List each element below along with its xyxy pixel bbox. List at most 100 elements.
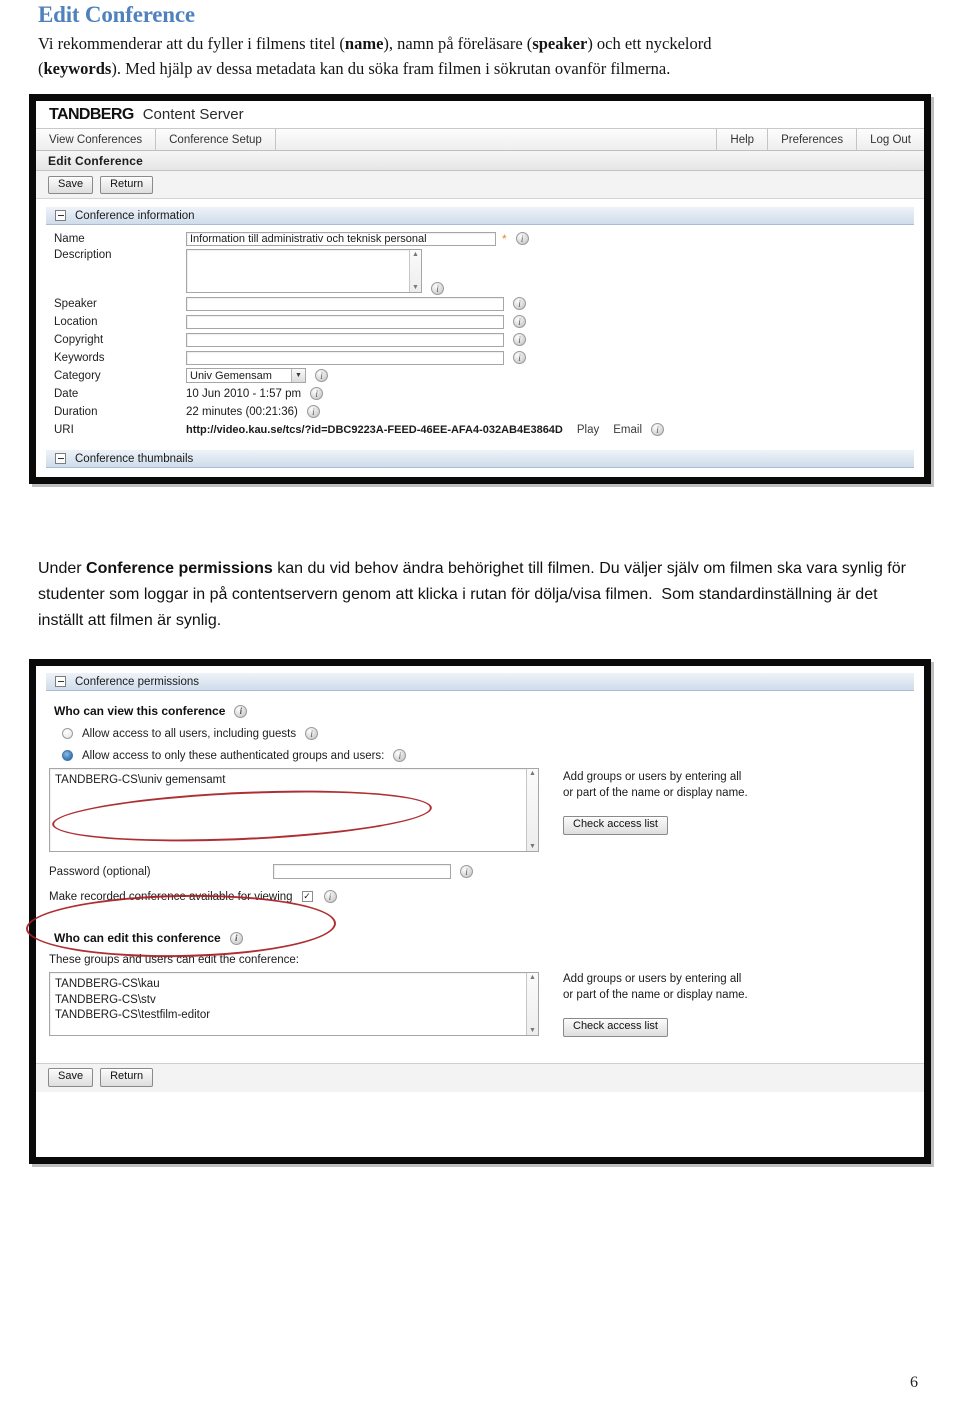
- collapse-minus-icon-thumbs[interactable]: [55, 453, 66, 465]
- list-view-groups[interactable]: TANDBERG-CS\univ gemensamt ▲ ▼: [49, 768, 539, 853]
- info-icon-password[interactable]: i: [460, 865, 473, 879]
- input-name[interactable]: Information till administrativ och tekni…: [186, 231, 496, 246]
- scroll-down-icon-edit[interactable]: ▼: [527, 1026, 538, 1035]
- view-groups-scrollbar[interactable]: ▲ ▼: [526, 769, 538, 852]
- value-uri[interactable]: http://video.kau.se/tcs/?id=DBC9223A-FEE…: [186, 424, 563, 436]
- input-location[interactable]: [186, 314, 504, 329]
- value-date: 10 Jun 2010 - 1:57 pm: [186, 387, 302, 400]
- label-location: Location: [54, 315, 98, 328]
- field-row-date: Date 10 Jun 2010 - 1:57 pm i: [36, 386, 924, 401]
- info-icon-all-users[interactable]: i: [305, 727, 319, 741]
- select-category-value: Univ Gemensam: [190, 369, 272, 382]
- list-item[interactable]: TANDBERG-CS\univ gemensamt: [55, 773, 538, 789]
- info-icon-duration[interactable]: i: [306, 405, 320, 419]
- add-note-line-1: Add groups or users by entering all: [563, 771, 742, 784]
- label-description: Description: [54, 249, 112, 262]
- toolbar-top: Save Return: [36, 171, 924, 200]
- description-scrollbar[interactable]: ▲ ▼: [409, 250, 421, 293]
- info-icon-category[interactable]: i: [315, 369, 328, 383]
- input-speaker[interactable]: [186, 296, 504, 311]
- field-row-copyright: Copyright i: [36, 332, 924, 347]
- input-copyright[interactable]: [186, 332, 504, 347]
- nav-preferences[interactable]: Preferences: [767, 129, 856, 151]
- textarea-description[interactable]: ▲ ▼: [186, 249, 422, 294]
- scroll-up-icon-edit[interactable]: ▲: [527, 973, 538, 982]
- section-conference-information[interactable]: Conference information: [46, 206, 914, 226]
- section-label: Conference information: [75, 209, 195, 222]
- info-icon-authenticated[interactable]: i: [393, 749, 407, 763]
- info-icon-date[interactable]: i: [310, 387, 324, 401]
- select-category[interactable]: Univ Gemensam ▼: [186, 368, 306, 384]
- list-edit-groups[interactable]: TANDBERG-CS\kau TANDBERG-CS\stv TANDBERG…: [49, 972, 539, 1037]
- info-icon-copyright[interactable]: i: [513, 333, 526, 347]
- email-link[interactable]: Email: [613, 424, 642, 436]
- info-icon-speaker[interactable]: i: [513, 297, 526, 311]
- info-icon-name[interactable]: i: [515, 232, 529, 246]
- label-uri: URI: [54, 423, 74, 436]
- checkbox-make-available[interactable]: ✓: [301, 891, 313, 903]
- scroll-down-icon-view[interactable]: ▼: [527, 842, 538, 851]
- intro-paragraph: Vi rekommenderar att du fyller i filmens…: [38, 31, 922, 81]
- list-item[interactable]: TANDBERG-CS\testfilm-editor: [55, 1008, 538, 1024]
- radio-row-authenticated[interactable]: Allow access to only these authenticated…: [36, 740, 924, 763]
- heading-who-can-edit: Who can edit this conference i: [36, 907, 924, 945]
- return-button-bottom[interactable]: Return: [100, 1068, 154, 1088]
- scroll-up-icon[interactable]: ▲: [410, 250, 421, 259]
- info-icon-location[interactable]: i: [513, 315, 526, 329]
- view-access-row: TANDBERG-CS\univ gemensamt ▲ ▼ Add group…: [36, 762, 924, 853]
- label-date: Date: [54, 387, 79, 400]
- thumbnail-3-selected[interactable]: [272, 477, 372, 484]
- field-row-duration: Duration 22 minutes (00:21:36) i: [36, 404, 924, 419]
- radio-all-users[interactable]: [62, 728, 73, 740]
- info-icon-make-available[interactable]: i: [323, 890, 337, 904]
- label-name: Name: [54, 232, 85, 245]
- app-header: TANDBERG Content Server: [36, 101, 924, 130]
- scroll-up-icon-view[interactable]: ▲: [527, 769, 538, 778]
- intro-text-4: ). Med hjälp av dessa metadata kan du sö…: [111, 59, 671, 79]
- save-button-top[interactable]: Save: [48, 175, 94, 195]
- view-add-note-block: Add groups or users by entering all or p…: [563, 770, 748, 835]
- edit-access-row: TANDBERG-CS\kau TANDBERG-CS\stv TANDBERG…: [36, 966, 924, 1037]
- field-row-description: Description ▲ ▼ i: [36, 249, 924, 296]
- value-duration: 22 minutes (00:21:36): [186, 405, 298, 418]
- info-icon-who-can-edit[interactable]: i: [229, 931, 243, 945]
- section-conference-thumbnails[interactable]: Conference thumbnails: [46, 449, 914, 469]
- field-row-name: Name Information till administrativ och …: [36, 231, 924, 246]
- nav-help[interactable]: Help: [716, 129, 767, 151]
- nav-view-conferences[interactable]: View Conferences: [36, 129, 157, 151]
- thumbnail-1[interactable]: [54, 477, 154, 484]
- input-keywords[interactable]: [186, 350, 504, 365]
- section-conference-permissions[interactable]: Conference permissions: [46, 672, 914, 692]
- middle-text-block: Under Conference permissions kan du vid …: [0, 484, 960, 634]
- collapse-minus-icon-permissions[interactable]: [55, 676, 66, 688]
- info-icon-who-can-view[interactable]: i: [234, 704, 248, 718]
- info-icon-keywords[interactable]: i: [513, 351, 526, 365]
- chevron-down-icon[interactable]: ▼: [291, 369, 305, 383]
- info-icon-uri[interactable]: i: [651, 423, 665, 437]
- field-row-speaker: Speaker i: [36, 296, 924, 311]
- list-item[interactable]: TANDBERG-CS\kau: [55, 977, 538, 993]
- radio-authenticated-groups[interactable]: [62, 750, 73, 762]
- input-password[interactable]: [273, 864, 451, 880]
- thumbnail-2[interactable]: [163, 477, 263, 484]
- radio-row-all-users[interactable]: Allow access to all users, including gue…: [36, 718, 924, 741]
- check-access-list-button-view[interactable]: Check access list: [563, 815, 668, 835]
- collapse-minus-icon[interactable]: [55, 210, 66, 222]
- check-access-list-button-edit[interactable]: Check access list: [563, 1017, 668, 1037]
- info-icon-description[interactable]: i: [431, 282, 444, 296]
- field-row-keywords: Keywords i: [36, 350, 924, 365]
- keyword-keywords: keywords: [43, 59, 112, 79]
- nav-log-out[interactable]: Log Out: [856, 129, 924, 151]
- list-item[interactable]: TANDBERG-CS\stv: [55, 993, 538, 1009]
- scroll-down-icon[interactable]: ▼: [410, 283, 421, 292]
- save-button-bottom[interactable]: Save: [48, 1068, 94, 1088]
- play-link[interactable]: Play: [577, 424, 599, 436]
- thumbs-section-label: Conference thumbnails: [75, 452, 194, 465]
- who-can-edit-label: Who can edit this conference: [54, 931, 221, 946]
- edit-groups-scrollbar[interactable]: ▲ ▼: [526, 973, 538, 1036]
- field-row-category: Category Univ Gemensam ▼ i: [36, 368, 924, 384]
- nav-conference-setup[interactable]: Conference Setup: [156, 129, 276, 151]
- return-button-top[interactable]: Return: [100, 175, 154, 195]
- label-copyright: Copyright: [54, 333, 104, 346]
